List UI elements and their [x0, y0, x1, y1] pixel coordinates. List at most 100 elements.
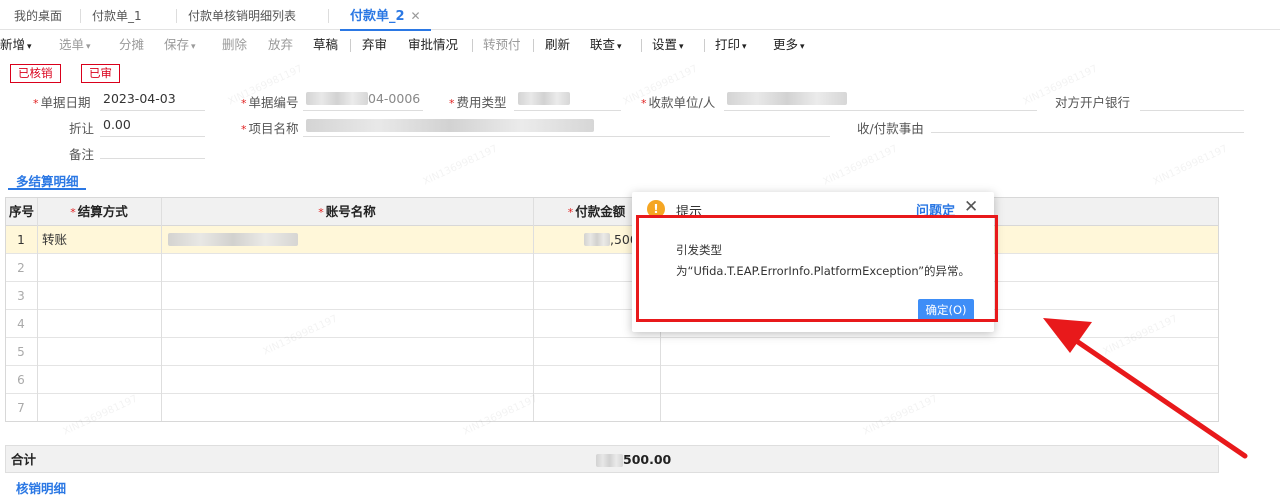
problem-link[interactable]: 问题定: [916, 200, 955, 219]
dialog-header: ! 提示 问题定 ✕: [632, 192, 994, 226]
tab-payment-2[interactable]: 付款单_2 ✕: [340, 0, 431, 31]
col-divider: [161, 198, 162, 421]
tab-label: 付款单核销明细列表: [188, 9, 297, 23]
table-row[interactable]: 7: [6, 394, 1218, 422]
link-query-button[interactable]: 联查 ▾: [590, 31, 622, 59]
chevron-down-icon: ▾: [742, 42, 747, 52]
status-badge-verified: 已核销: [10, 64, 61, 83]
more-button[interactable]: 更多 ▾: [773, 31, 805, 59]
toolbar: 新增 ▾ 选单 ▾ 分摊 保存 ▾ 删除 放弃 草稿 弃审 审批情况 转预付 刷新 联…: [0, 31, 1280, 59]
total-label: 合计: [11, 452, 37, 467]
warning-icon: !: [647, 200, 665, 218]
row-number: 1: [17, 233, 25, 247]
fee-type-label: * 费用类型: [449, 95, 507, 110]
status-badge-reviewed: 已审: [81, 64, 120, 83]
field-underline: [514, 110, 621, 111]
col-divider: [37, 198, 38, 421]
row-number: 6: [17, 373, 25, 387]
total-value: 500.00: [623, 452, 672, 467]
discount-value[interactable]: 0.00: [103, 117, 131, 132]
col-header-seq: 序号: [8, 204, 34, 219]
tab-label: 我的桌面: [14, 9, 63, 23]
watermark: XIN1369981197: [421, 143, 500, 188]
tab-writeoff-list[interactable]: 付款单核销明细列表: [178, 0, 306, 30]
split-button[interactable]: 分摊: [119, 31, 144, 59]
to-prepay-button[interactable]: 转预付: [483, 31, 521, 59]
unreview-button[interactable]: 弃审: [362, 31, 387, 59]
print-button[interactable]: 打印 ▾: [715, 31, 747, 59]
select-doc-button[interactable]: 选单 ▾: [59, 31, 91, 59]
tab-payment-1[interactable]: 付款单_1: [82, 0, 152, 30]
tab-label: 付款单_2: [350, 9, 405, 24]
section-underline: [8, 188, 86, 190]
field-underline: [303, 110, 423, 111]
chevron-down-icon: ▾: [617, 42, 622, 52]
watermark: XIN1369981197: [821, 143, 900, 188]
field-underline: [100, 110, 205, 111]
table-row[interactable]: 1 转账 ,500: [6, 226, 1218, 254]
redacted-text: [584, 233, 610, 246]
field-underline: [1140, 110, 1244, 111]
dialog-title: 提示: [676, 205, 703, 220]
chevron-down-icon: ▾: [800, 42, 805, 52]
delete-button[interactable]: 删除: [222, 31, 247, 59]
redacted-text: [596, 454, 623, 467]
toolbar-divider: [472, 39, 473, 52]
col-header-account: * 账号名称: [318, 204, 376, 219]
tab-divider: [328, 9, 329, 23]
row-number: 3: [17, 289, 25, 303]
doc-number-label: * 单据编号: [241, 95, 299, 110]
redacted-text: [518, 92, 570, 105]
approval-status-button[interactable]: 审批情况: [408, 31, 458, 59]
doc-date-label: * 单据日期: [33, 95, 91, 110]
error-dialog: ! 提示 问题定 ✕ 引发类型 为“Ufida.T.EAP.ErrorInfo.…: [632, 192, 994, 332]
table-row[interactable]: 5: [6, 338, 1218, 366]
watermark: XIN1369981197: [1151, 143, 1230, 188]
grid-header: 序号 * 结算方式 * 账号名称 * 付款金额: [6, 198, 1218, 226]
draft-button[interactable]: 草稿: [313, 31, 338, 59]
settings-button[interactable]: 设置 ▾: [652, 31, 684, 59]
row-number: 2: [17, 261, 25, 275]
field-underline: [100, 158, 205, 159]
tab-my-desktop[interactable]: 我的桌面: [4, 0, 72, 30]
col-divider: [533, 198, 534, 421]
dialog-message-line1: 引发类型: [676, 243, 722, 257]
table-row[interactable]: 3: [6, 282, 1218, 310]
abandon-button[interactable]: 放弃: [268, 31, 293, 59]
bank-label: 对方开户银行: [1055, 95, 1131, 110]
doc-number-value: 04-0006: [368, 91, 421, 106]
tab-bar: 我的桌面 付款单_1 付款单核销明细列表 付款单_2 ✕: [0, 0, 1280, 31]
ok-button[interactable]: 确定(O): [918, 299, 974, 321]
toolbar-divider: [350, 39, 351, 52]
save-button[interactable]: 保存 ▾: [164, 31, 196, 59]
discount-label: 折让: [69, 121, 95, 136]
row-number: 7: [17, 401, 25, 415]
field-underline: [931, 132, 1244, 133]
close-icon[interactable]: ✕: [964, 197, 978, 217]
toolbar-divider: [704, 39, 705, 52]
toolbar-divider: [641, 39, 642, 52]
field-underline: [724, 110, 1037, 111]
close-icon[interactable]: ✕: [411, 9, 421, 23]
row-number: 4: [17, 317, 25, 331]
table-row[interactable]: 4: [6, 310, 1218, 338]
tab-label: 付款单_1: [92, 9, 142, 23]
chevron-down-icon: ▾: [27, 42, 32, 52]
field-underline: [303, 136, 830, 137]
payee-label: * 收款单位/人: [641, 95, 716, 110]
project-name-label: * 项目名称: [241, 121, 299, 136]
table-row[interactable]: 2: [6, 254, 1218, 282]
redacted-text: [168, 233, 298, 246]
toolbar-divider: [533, 39, 534, 52]
col-header-method: * 结算方式: [70, 204, 128, 219]
refresh-button[interactable]: 刷新: [545, 31, 570, 59]
redacted-text: [306, 119, 594, 132]
method-cell[interactable]: 转账: [42, 226, 67, 254]
new-button[interactable]: 新增 ▾: [0, 31, 32, 59]
section-writeoff[interactable]: 核销明细: [16, 478, 66, 495]
table-row[interactable]: 6: [6, 366, 1218, 394]
redacted-text: [306, 92, 368, 105]
doc-date-value[interactable]: 2023-04-03: [103, 91, 176, 106]
total-row: 合计 500.00: [5, 445, 1219, 473]
tab-divider: [80, 9, 81, 23]
